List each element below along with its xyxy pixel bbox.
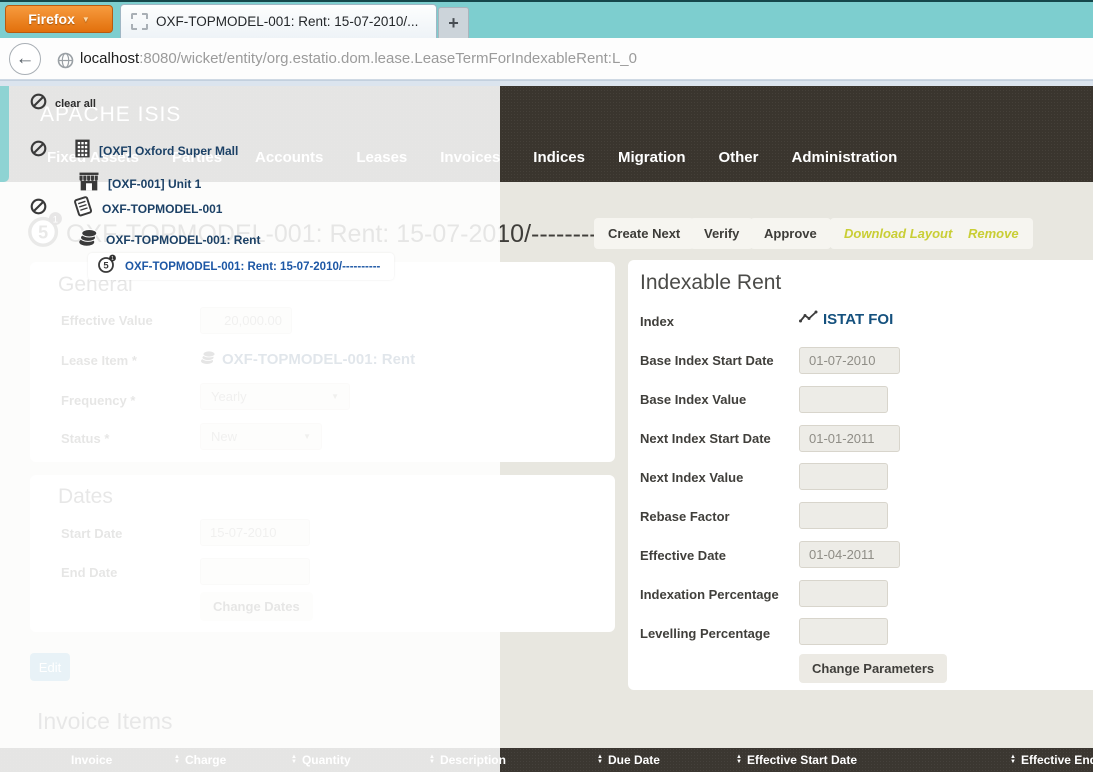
base-index-value-label: Base Index Value — [640, 392, 747, 407]
chart-line-icon — [799, 310, 818, 328]
sort-icon[interactable]: ▲▼ — [1010, 754, 1016, 765]
building-icon — [74, 139, 91, 163]
indexable-rent-heading: Indexable Rent — [640, 271, 782, 294]
tab-favicon-placeholder-icon — [131, 13, 148, 30]
clear-all-label: clear all — [55, 98, 96, 110]
tab-title: OXF-TOPMODEL-001: Rent: 15-07-2010/... — [156, 14, 419, 29]
create-next-button[interactable]: Create Next — [594, 218, 695, 249]
firefox-menu-button[interactable]: Firefox ▼ — [5, 5, 113, 33]
url-path: :8080/wicket/entity/org.estatio.dom.leas… — [139, 50, 637, 67]
chevron-down-icon: ▼ — [81, 14, 90, 24]
nav-migration[interactable]: Migration — [618, 149, 686, 166]
overlay-veil — [0, 86, 500, 772]
nav-indices[interactable]: Indices — [533, 149, 585, 166]
approve-button[interactable]: Approve — [750, 218, 831, 249]
plus-icon: + — [448, 12, 459, 33]
store-icon — [78, 172, 100, 196]
term-icon: 51 — [97, 254, 117, 279]
indexable-rent-panel: Indexable Rent Index ISTAT FOI Base Inde… — [628, 260, 1093, 690]
new-tab-button[interactable]: + — [438, 7, 469, 38]
index-link[interactable]: ISTAT FOI — [799, 310, 893, 328]
breadcrumb-label: OXF-TOPMODEL-001: Rent — [106, 232, 261, 247]
column-due-date[interactable]: ▲ ▼ Due Date — [597, 748, 660, 772]
effective-date-input[interactable]: 01-04-2011 — [799, 541, 900, 568]
levelling-percentage-input[interactable] — [799, 618, 888, 645]
remove-crumb-icon[interactable] — [30, 198, 47, 220]
change-parameters-button[interactable]: Change Parameters — [799, 654, 948, 683]
lease-icon — [71, 195, 94, 223]
rebase-factor-input[interactable] — [799, 502, 888, 529]
rebase-factor-label: Rebase Factor — [640, 509, 730, 524]
screenshot-root: Firefox ▼ OXF-TOPMODEL-001: Rent: 15-07-… — [0, 0, 1093, 772]
column-effective-end-date[interactable]: ▲▼Effective End Date — [1010, 748, 1093, 772]
base-index-start-date-input[interactable]: 01-07-2010 — [799, 347, 900, 374]
breadcrumb-label: [OXF] Oxford Super Mall — [99, 144, 239, 158]
firefox-menu-label: Firefox — [28, 11, 75, 27]
breadcrumb-item-property[interactable]: [OXF] Oxford Super Mall — [30, 139, 238, 163]
download-layout-button[interactable]: Download Layout — [830, 218, 967, 249]
base-index-value-input[interactable] — [799, 386, 888, 413]
nav-administration[interactable]: Administration — [792, 149, 898, 166]
next-index-value-label: Next Index Value — [640, 470, 744, 485]
verify-button[interactable]: Verify — [690, 218, 754, 249]
breadcrumb-item-lease-item[interactable]: OXF-TOPMODEL-001: Rent — [78, 227, 260, 252]
column-effective-start-date[interactable]: ▲ ▼ Effective Start Date — [736, 748, 857, 772]
back-button[interactable]: ← — [9, 43, 41, 75]
effective-date-label: Effective Date — [640, 548, 726, 563]
remove-button[interactable]: Remove — [954, 218, 1033, 249]
indexation-percentage-label: Indexation Percentage — [640, 587, 779, 602]
sort-icon[interactable]: ▲▼ — [736, 754, 742, 765]
breadcrumb-item-lease-term-selected[interactable]: 51 OXF-TOPMODEL-001: Rent: 15-07-2010/--… — [88, 253, 395, 280]
next-index-value-input[interactable] — [799, 463, 888, 490]
browser-tab[interactable]: OXF-TOPMODEL-001: Rent: 15-07-2010/... — [120, 4, 437, 38]
breadcrumb-label: OXF-TOPMODEL-001 — [102, 202, 223, 216]
url-bar[interactable]: localhost:8080/wicket/entity/org.estatio… — [80, 50, 637, 67]
next-index-start-date-input[interactable]: 01-01-2011 — [799, 425, 900, 452]
levelling-percentage-label: Levelling Percentage — [640, 626, 771, 641]
clear-all-icon[interactable] — [30, 93, 47, 115]
breadcrumb-label: OXF-TOPMODEL-001: Rent: 15-07-2010/-----… — [125, 260, 381, 273]
next-index-start-date-label: Next Index Start Date — [640, 431, 771, 446]
base-index-start-date-label: Base Index Start Date — [640, 353, 774, 368]
remove-crumb-icon[interactable] — [30, 140, 47, 162]
breadcrumb-item-unit[interactable]: [OXF-001] Unit 1 — [78, 172, 201, 196]
url-host: localhost — [80, 50, 140, 67]
indexation-percentage-input[interactable] — [799, 580, 888, 607]
sort-icon[interactable]: ▲▼ — [597, 754, 603, 765]
breadcrumb-clear-all[interactable]: clear all — [30, 93, 96, 115]
overlay-edge-accent — [0, 86, 9, 182]
svg-text:1: 1 — [111, 256, 114, 262]
breadcrumb-label: [OXF-001] Unit 1 — [108, 177, 202, 191]
globe-icon — [57, 52, 74, 74]
nav-other[interactable]: Other — [718, 149, 758, 166]
breadcrumb-item-lease[interactable]: OXF-TOPMODEL-001 — [30, 195, 222, 223]
coins-icon — [78, 227, 98, 252]
index-label: Index — [640, 314, 674, 329]
svg-text:5: 5 — [103, 261, 109, 272]
